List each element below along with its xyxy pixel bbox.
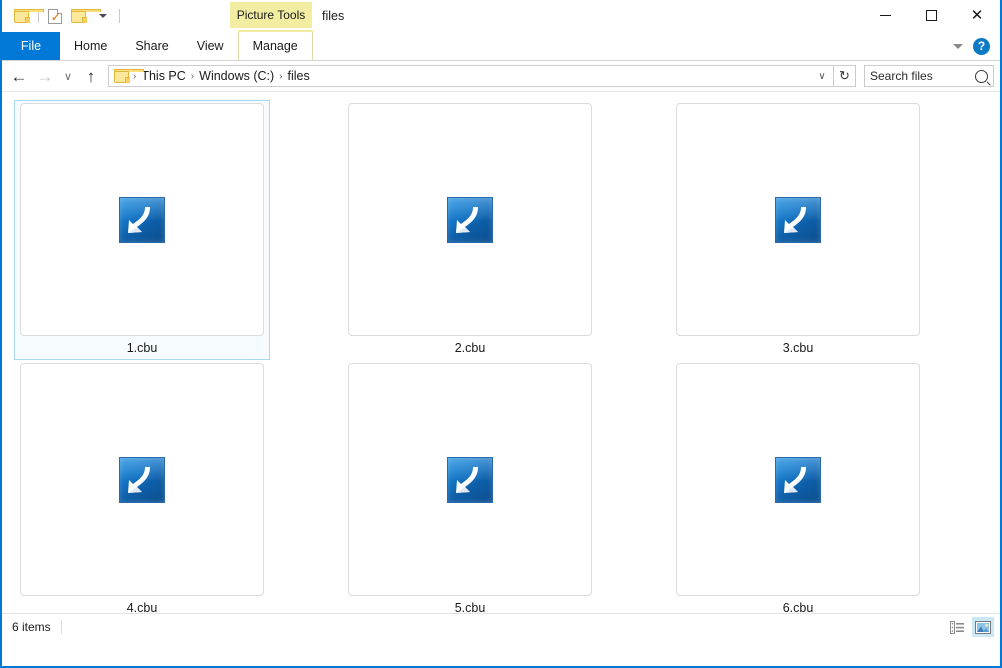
help-icon[interactable]: ? (973, 38, 990, 55)
new-folder-icon[interactable] (67, 4, 91, 28)
large-icons-view-icon[interactable] (972, 617, 994, 637)
chevron-down-icon[interactable] (953, 44, 963, 49)
file-tile-3[interactable]: 3.cbu (670, 100, 926, 360)
item-count-label: 6 items (12, 620, 51, 634)
contextual-tools-label: Picture Tools (230, 2, 312, 28)
tab-file[interactable]: File (2, 32, 60, 60)
customize-qat-caret-icon[interactable] (91, 4, 115, 28)
forward-arrow-icon: → (37, 68, 54, 85)
breadcrumb-item-files[interactable]: files (284, 69, 314, 83)
file-tile-2[interactable]: 2.cbu (342, 100, 598, 360)
folder-icon (114, 69, 130, 83)
tab-manage[interactable]: Manage (238, 32, 313, 60)
search-input[interactable]: Search files (864, 65, 994, 87)
file-tile-6[interactable]: 6.cbu (670, 360, 926, 620)
tab-view[interactable]: View (183, 32, 238, 60)
window-title: files (322, 0, 344, 32)
file-thumbnail (20, 363, 264, 596)
search-icon (975, 70, 988, 83)
file-thumbnail (348, 363, 592, 596)
file-tile-1[interactable]: 1.cbu (14, 100, 270, 360)
folder-icon[interactable] (10, 4, 34, 28)
file-thumbnail (676, 103, 920, 336)
forward-button: → (32, 63, 58, 89)
tab-share[interactable]: Share (121, 32, 182, 60)
file-grid: 1.cbu 2.cbu (2, 98, 1000, 620)
maximize-button[interactable] (908, 0, 954, 30)
file-tile-4[interactable]: 4.cbu (14, 360, 270, 620)
breadcrumb-item-windows-c[interactable]: Windows (C:) (195, 69, 278, 83)
file-thumbnail (676, 363, 920, 596)
file-explorer-window: ✓ Picture Tools files ✕ File Home Share … (0, 0, 1002, 668)
chevron-down-icon: ∨ (64, 70, 72, 83)
ribbon-tab-bar: File Home Share View Manage ? (2, 32, 1000, 61)
tab-home[interactable]: Home (60, 32, 121, 60)
file-tile-5[interactable]: 5.cbu (342, 360, 598, 620)
recent-locations-button[interactable]: ∨ (58, 63, 78, 89)
blue-arrow-file-icon (447, 457, 493, 503)
breadcrumb[interactable]: › This PC › Windows (C:) › files ∨ (108, 65, 834, 87)
file-name-label: 1.cbu (127, 341, 158, 356)
close-button[interactable]: ✕ (954, 0, 1000, 30)
address-bar: ← → ∨ ↑ › This PC › Windows (C:) › files… (2, 61, 1000, 92)
ribbon-right-controls: ? (953, 32, 996, 60)
breadcrumb-item-this-pc[interactable]: This PC (137, 69, 189, 83)
blue-arrow-file-icon (775, 457, 821, 503)
qat-divider-2 (119, 9, 120, 23)
window-controls: ✕ (862, 0, 1000, 30)
file-list-view[interactable]: 1.cbu 2.cbu (2, 92, 1000, 640)
properties-icon[interactable]: ✓ (43, 4, 67, 28)
refresh-button[interactable]: ↻ (834, 65, 856, 87)
search-placeholder: Search files (870, 69, 975, 83)
file-thumbnail (348, 103, 592, 336)
back-arrow-icon: ← (11, 68, 28, 85)
address-dropdown-icon[interactable]: ∨ (813, 71, 831, 82)
blue-arrow-file-icon (119, 197, 165, 243)
file-name-label: 3.cbu (783, 341, 814, 356)
view-mode-buttons (946, 617, 994, 637)
blue-arrow-file-icon (775, 197, 821, 243)
quick-access-toolbar: ✓ (2, 0, 124, 32)
up-button[interactable]: ↑ (78, 63, 104, 89)
status-divider (61, 620, 62, 634)
minimize-button[interactable] (862, 0, 908, 30)
file-thumbnail (20, 103, 264, 336)
file-name-label: 2.cbu (455, 341, 486, 356)
back-button[interactable]: ← (6, 63, 32, 89)
status-bar: 6 items (2, 613, 1000, 640)
up-arrow-icon: ↑ (87, 68, 96, 85)
blue-arrow-file-icon (119, 457, 165, 503)
details-view-icon[interactable] (946, 617, 968, 637)
blue-arrow-file-icon (447, 197, 493, 243)
title-bar: ✓ Picture Tools files ✕ (2, 0, 1000, 32)
